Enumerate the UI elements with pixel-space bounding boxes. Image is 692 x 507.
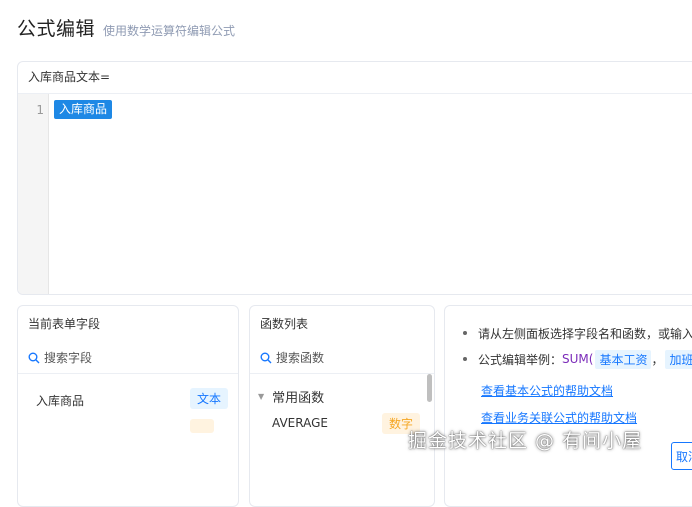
function-group-label: 常用函数 (272, 391, 325, 406)
function-search-input[interactable]: 搜索函数 (260, 349, 324, 366)
formula-target-label: 入库商品文本= (18, 62, 692, 94)
fields-panel: 当前表单字段 搜索字段 入库商品 文本 (17, 305, 239, 507)
help-tip: 请从左侧面板选择字段名和函数，或输入 (463, 320, 692, 346)
page-title: 公式编辑 (17, 18, 96, 40)
field-search-placeholder: 搜索字段 (44, 351, 93, 365)
functions-panel-title: 函数列表 (260, 317, 309, 331)
bullet (463, 357, 467, 361)
search-icon (260, 352, 272, 363)
help-list: 请从左侧面板选择字段名和函数，或输入 公式编辑举例： SUM( 基本工资 ， 加… (463, 320, 692, 372)
cancel-button[interactable]: 取消 (671, 442, 692, 470)
function-search-placeholder: 搜索函数 (276, 351, 325, 365)
business-formula-help-link[interactable]: 查看业务关联公式的帮助文档 (481, 409, 637, 426)
field-type-badge: 文本 (190, 388, 229, 409)
example-prefix: 公式编辑举例： (478, 352, 563, 367)
caret-down-icon: ▼ (258, 392, 265, 401)
field-type-badge-partial (190, 419, 214, 433)
functions-panel: 函数列表 搜索函数 ▼ 常用函数 AVERAGE 数字 (249, 305, 435, 507)
function-group-common[interactable]: ▼ 常用函数 (258, 387, 324, 406)
watermark: 掘金技术社区 @ 有间小屋 (408, 430, 643, 452)
field-item-name[interactable]: 入库商品 (36, 392, 84, 409)
help-panel: 请从左侧面板选择字段名和函数，或输入 公式编辑举例： SUM( 基本工资 ， 加… (444, 305, 692, 507)
field-search-input[interactable]: 搜索字段 (28, 349, 92, 366)
bullet (463, 331, 467, 335)
divider (18, 373, 238, 374)
line-number: 1 (36, 103, 44, 117)
formula-field-chip[interactable]: 入库商品 (54, 100, 113, 119)
functions-scrollbar[interactable] (427, 374, 432, 402)
help-tip-text: 请从左侧面板选择字段名和函数，或输入 (478, 326, 692, 341)
example-function: SUM( (562, 352, 594, 366)
example-separator: ， (651, 352, 664, 367)
search-icon (28, 352, 40, 363)
fields-panel-title: 当前表单字段 (28, 317, 101, 331)
formula-editor[interactable]: 入库商品文本= 1 入库商品 (17, 61, 692, 295)
page-header: 公式编辑 使用数学运算符编辑公式 (17, 14, 235, 41)
example-field-chip: 基本工资 (595, 349, 652, 369)
line-gutter: 1 (18, 94, 49, 294)
example-field-chip: 加班 (665, 349, 692, 369)
help-example: 公式编辑举例： SUM( 基本工资 ， 加班 (463, 346, 692, 372)
page-subtitle: 使用数学运算符编辑公式 (103, 24, 236, 38)
divider (250, 373, 434, 374)
basic-formula-help-link[interactable]: 查看基本公式的帮助文档 (481, 382, 613, 399)
function-item-average[interactable]: AVERAGE (272, 416, 328, 430)
